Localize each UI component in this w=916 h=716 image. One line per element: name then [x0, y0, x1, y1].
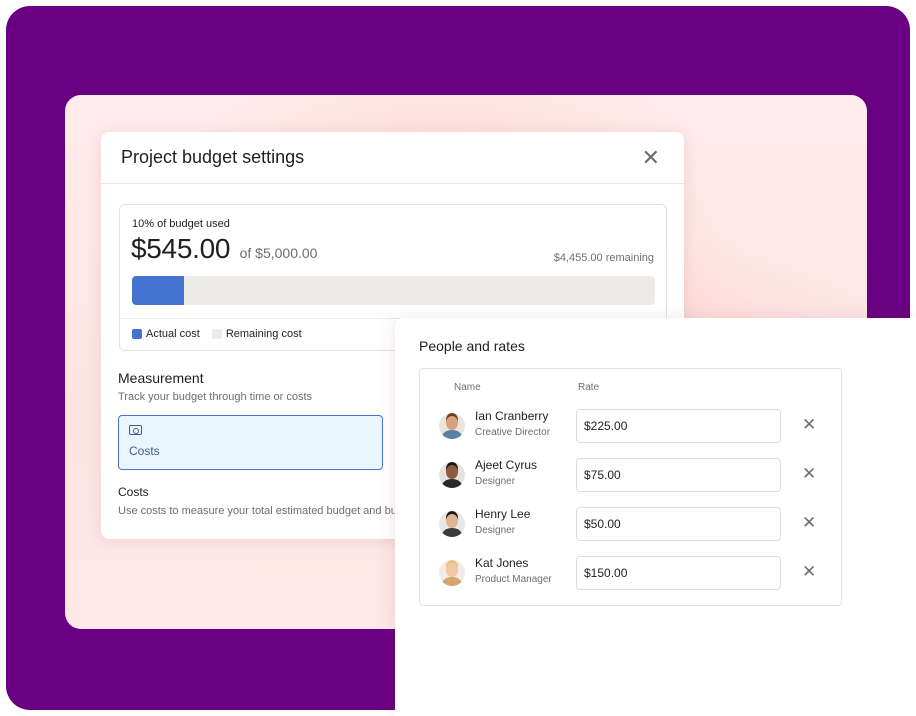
person-role: Product Manager — [475, 574, 552, 585]
costs-heading: Costs — [118, 485, 149, 499]
person-name: Kat Jones — [475, 556, 529, 570]
person-role: Creative Director — [475, 427, 551, 438]
close-icon[interactable]: ✕ — [642, 146, 660, 169]
measurement-subtitle: Track your budget through time or costs — [118, 391, 313, 403]
budget-total: of $5,000.00 — [239, 245, 318, 261]
table-row: Ian Cranberry Creative Director ✕ — [420, 409, 841, 443]
legend-actual-label: Actual cost — [146, 328, 200, 340]
costs-option-label: Costs — [129, 444, 160, 458]
legend-actual: Actual cost — [132, 328, 200, 340]
money-icon — [129, 425, 142, 435]
budget-used-label: 10% of budget used — [132, 218, 230, 230]
column-header-name: Name — [454, 382, 481, 393]
person-role: Designer — [475, 476, 516, 487]
person-name: Henry Lee — [475, 507, 531, 521]
costs-measurement-option[interactable]: Costs — [118, 415, 383, 470]
legend-remaining-label: Remaining cost — [225, 328, 302, 340]
table-row: Ajeet Cyrus Designer ✕ — [420, 458, 841, 492]
budget-amount: $545.00 of $5,000.00 — [131, 233, 317, 265]
costs-description: Use costs to measure your total estimate… — [118, 505, 410, 517]
avatar — [439, 462, 465, 488]
avatar — [439, 560, 465, 586]
avatar — [439, 413, 465, 439]
budget-remaining: $4,455.00 remaining — [553, 252, 654, 264]
budget-progress-bar — [132, 276, 655, 305]
budget-progress-fill — [132, 276, 185, 305]
remove-icon[interactable]: ✕ — [802, 514, 816, 531]
table-row: Kat Jones Product Manager ✕ — [420, 556, 841, 590]
rates-title: People and rates — [419, 338, 525, 354]
rate-input[interactable] — [576, 458, 781, 492]
legend-actual-swatch — [132, 329, 142, 339]
dialog-title: Project budget settings — [121, 147, 305, 167]
people-rates-panel: People and rates Name Rate Ian Cranberry… — [395, 318, 916, 716]
rates-table: Name Rate Ian Cranberry Creative Directo… — [419, 368, 842, 606]
rate-input[interactable] — [576, 556, 781, 590]
table-row: Henry Lee Designer ✕ — [420, 507, 841, 541]
remove-icon[interactable]: ✕ — [802, 563, 816, 580]
budget-spent-value: $545.00 — [131, 233, 231, 264]
legend-remaining: Remaining cost — [211, 328, 302, 340]
budget-legend: Actual cost Remaining cost — [132, 328, 314, 340]
legend-remaining-swatch — [211, 329, 222, 339]
person-name: Ian Cranberry — [475, 409, 549, 423]
rate-input[interactable] — [576, 507, 781, 541]
measurement-heading: Measurement — [118, 370, 204, 386]
column-header-rate: Rate — [578, 382, 600, 393]
rate-input[interactable] — [576, 409, 781, 443]
avatar — [439, 511, 465, 537]
remove-icon[interactable]: ✕ — [802, 465, 816, 482]
remove-icon[interactable]: ✕ — [802, 416, 816, 433]
person-role: Designer — [475, 525, 516, 536]
person-name: Ajeet Cyrus — [475, 458, 538, 472]
dialog-header: Project budget settings ✕ — [101, 132, 684, 184]
